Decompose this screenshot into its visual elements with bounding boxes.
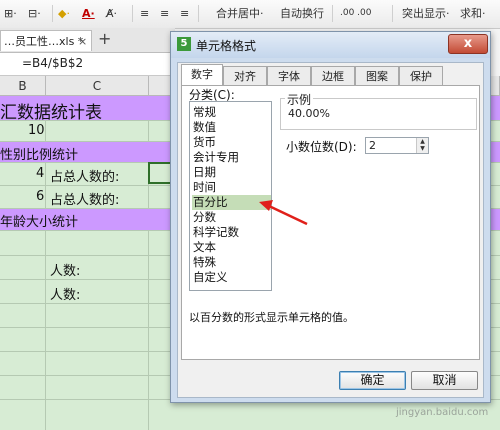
list-item[interactable]: 文本	[192, 240, 271, 255]
gender-section-title: 性别比例统计	[0, 148, 79, 163]
tab-alignment[interactable]: 对齐	[223, 66, 267, 85]
list-item[interactable]: 时间	[192, 180, 271, 195]
align-left-icon[interactable]: ≡	[140, 4, 149, 23]
ok-button[interactable]: 确定	[339, 371, 406, 390]
list-item[interactable]: 会计专用	[192, 150, 271, 165]
female-count-value: 6	[36, 189, 45, 204]
list-item[interactable]: 数值	[192, 120, 271, 135]
age-section-title: 年龄大小统计	[0, 215, 79, 230]
category-description: 以百分数的形式显示单元格的值。	[189, 311, 354, 324]
annotation-arrow-icon	[259, 200, 308, 226]
cell-style-icon[interactable]: ⊟·	[28, 4, 41, 23]
highlight-button[interactable]: 突出显示·	[402, 4, 450, 23]
merge-center-button[interactable]: 合并居中·	[216, 4, 264, 23]
number-tab-panel: 分类(C): 常规 数值 货币 会计专用 日期 时间 百分比 分数 科学记数 文…	[181, 85, 480, 360]
column-header-b[interactable]: B	[0, 76, 46, 96]
decimal-places-label: 小数位数(D):	[286, 140, 357, 154]
list-item[interactable]: 自定义	[192, 270, 271, 285]
formula-text[interactable]: =B4/$B$2	[22, 56, 83, 70]
decimal-buttons[interactable]: .00 .00	[340, 4, 372, 23]
count-label: 人数:	[50, 264, 81, 279]
total-count-value: 10	[28, 123, 45, 138]
male-ratio-label: 占总人数的:	[50, 170, 120, 185]
borders-icon[interactable]: ⊞·	[4, 4, 17, 23]
tab-font[interactable]: 字体	[267, 66, 311, 85]
tab-protection[interactable]: 保护	[399, 66, 443, 85]
align-right-icon[interactable]: ≡	[180, 4, 189, 23]
column-header-c[interactable]: C	[46, 76, 149, 96]
formula-bar[interactable]: =B4/$B$2	[0, 53, 175, 76]
close-icon[interactable]: x	[448, 34, 488, 54]
male-count-value: 4	[36, 166, 45, 181]
sheet-title: 汇数据统计表	[0, 103, 102, 123]
decimal-places-value[interactable]: 2	[369, 139, 376, 152]
app-logo-icon: 5	[177, 37, 191, 51]
list-item[interactable]: 常规	[192, 105, 271, 120]
tab-number[interactable]: 数字	[181, 64, 223, 86]
toolbar: ⊞· ⊟· ◆· A· A̸· ≡ ≡ ≡ 合并居中· 自动换行 .00 .00…	[0, 0, 500, 29]
dialog-title: 单元格格式	[196, 39, 257, 53]
female-ratio-label: 占总人数的:	[50, 193, 120, 208]
tab-border[interactable]: 边框	[311, 66, 355, 85]
document-tab-bar: …员工性…xls * × +	[0, 28, 175, 53]
format-cells-dialog: 5 单元格格式 x 数字 对齐 字体 边框 图案 保护 分类(C): 常规 数值…	[170, 31, 491, 403]
add-tab-icon[interactable]: +	[98, 29, 111, 48]
clear-format-icon[interactable]: A̸·	[106, 4, 117, 23]
document-tab[interactable]: …员工性…xls * ×	[0, 30, 92, 51]
align-center-icon[interactable]: ≡	[160, 4, 169, 23]
document-tab-label: …员工性…xls *	[4, 35, 84, 48]
list-item[interactable]: 特殊	[192, 255, 271, 270]
tab-pattern[interactable]: 图案	[355, 66, 399, 85]
auto-wrap-button[interactable]: 自动换行	[280, 4, 324, 23]
decimal-places-stepper[interactable]: 2 ▲ ▼	[365, 137, 429, 154]
font-color-icon[interactable]: A·	[82, 4, 95, 23]
sample-value: 40.00%	[288, 107, 330, 120]
dialog-body: 数字 对齐 字体 边框 图案 保护 分类(C): 常规 数值 货币 会计专用 日…	[177, 62, 484, 398]
watermark: jingyan.baidu.com	[396, 407, 489, 418]
list-item[interactable]: 日期	[192, 165, 271, 180]
list-item[interactable]: 货币	[192, 135, 271, 150]
sum-button[interactable]: 求和·	[460, 4, 486, 23]
close-tab-icon[interactable]: ×	[78, 31, 87, 51]
dialog-title-bar[interactable]: 5 单元格格式 x	[171, 32, 490, 58]
sample-label: 示例	[285, 91, 314, 108]
cancel-button[interactable]: 取消	[411, 371, 478, 390]
count-label: 人数:	[50, 288, 81, 303]
fill-color-icon[interactable]: ◆·	[58, 4, 70, 23]
spinner-arrows-icon[interactable]: ▲ ▼	[416, 138, 428, 153]
